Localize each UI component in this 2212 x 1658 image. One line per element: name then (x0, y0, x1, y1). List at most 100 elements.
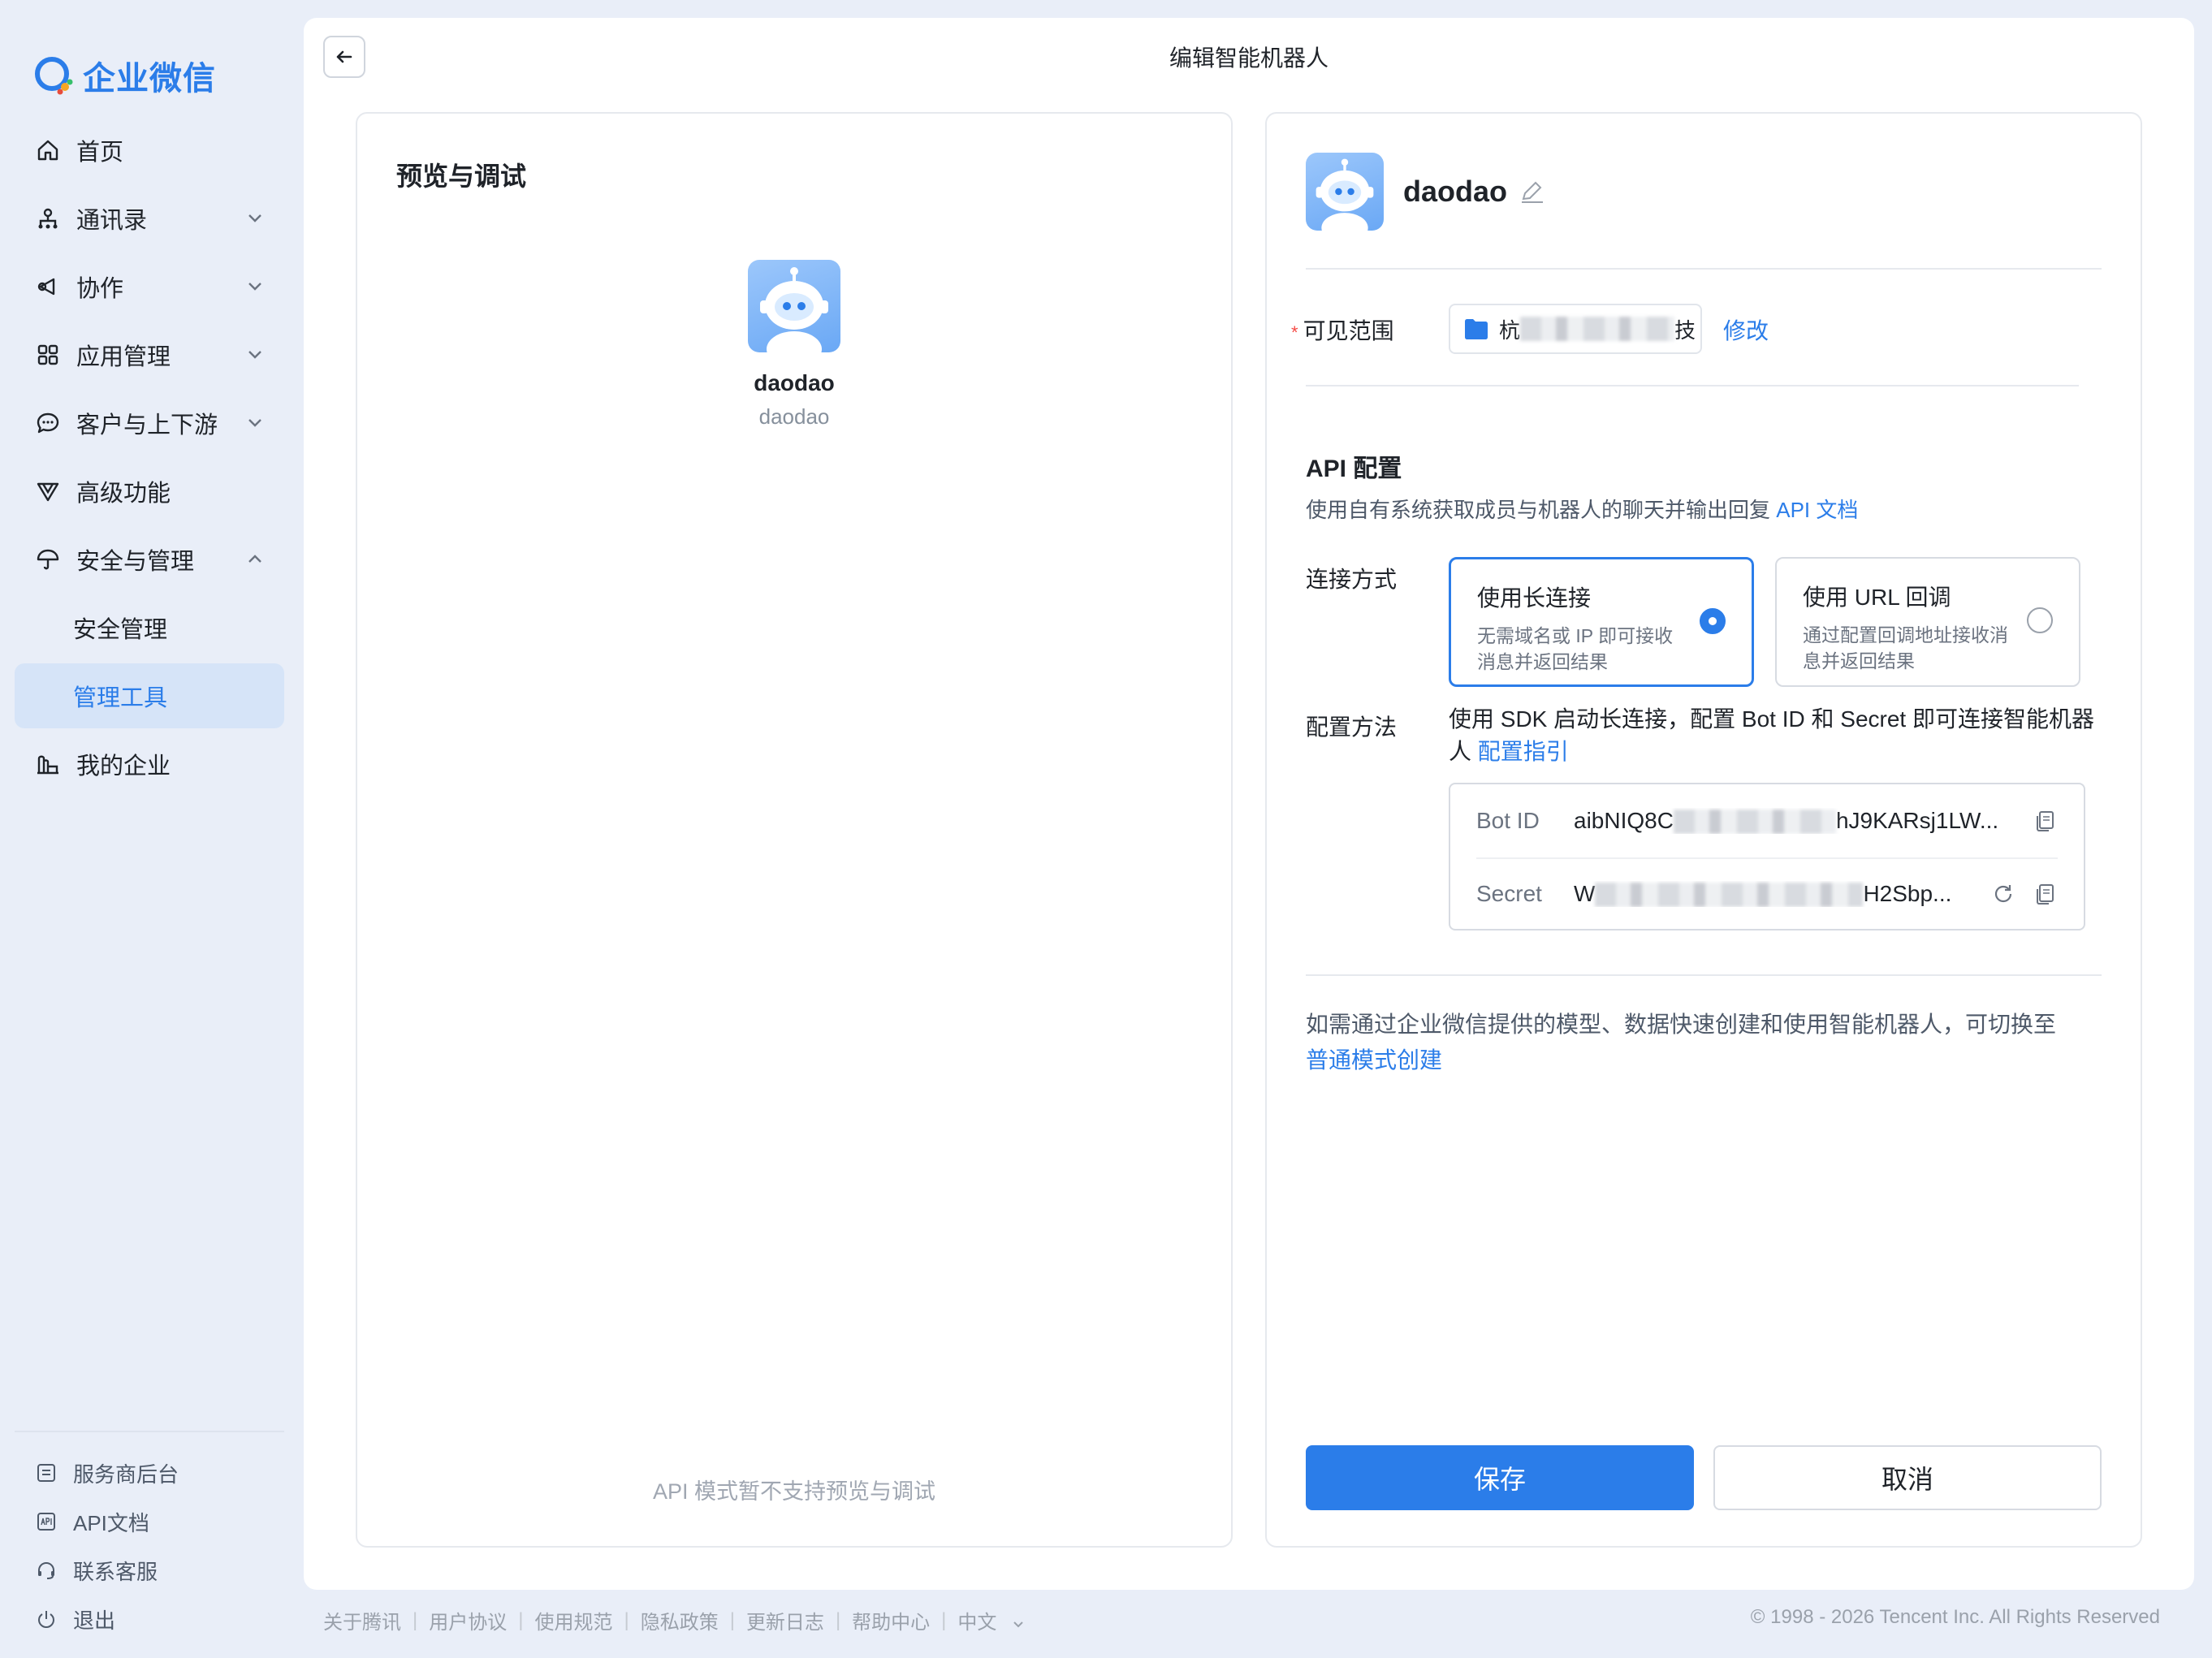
robot-icon (1316, 158, 1374, 231)
footer-link[interactable]: 使用规范 (534, 1606, 612, 1634)
sidebar-item-customers[interactable]: 客户与上下游 (15, 391, 284, 456)
option-description: 无需域名或 IP 即可接收消息并返回结果 (1477, 625, 1674, 672)
sidebar-link-provider[interactable]: 服务商后台 (15, 1449, 284, 1497)
required-asterisk: * (1291, 322, 1298, 343)
sidebar-item-security-management[interactable]: 安全管理 (15, 595, 284, 660)
sidebar-item-label: 我的企业 (76, 753, 171, 779)
secret-label: Secret (1476, 881, 1542, 906)
config-guide-link[interactable]: 配置指引 (1478, 739, 1569, 764)
config-panel: daodao * 可见范围 杭 技 修改 API 配置 使用自有系统获取成员与机器… (1265, 112, 2142, 1548)
bot-name: daodao (1403, 175, 1508, 208)
sidebar-link-label: API文档 (73, 1510, 149, 1535)
api-doc-icon (34, 1509, 58, 1534)
home-icon (34, 136, 62, 164)
radio-selected[interactable] (1700, 608, 1726, 634)
radio-unselected[interactable] (2027, 607, 2053, 633)
option-description: 通过配置回调地址接收消息并返回结果 (1803, 624, 2008, 671)
footer-link[interactable]: 更新日志 (746, 1606, 824, 1634)
sidebar-item-advanced[interactable]: 高级功能 (15, 459, 284, 524)
language-selector[interactable]: 中文 (957, 1606, 1026, 1634)
copy-icon[interactable] (2033, 809, 2058, 833)
save-button[interactable]: 保存 (1306, 1445, 1694, 1510)
sidebar-item-contacts[interactable]: 通讯录 (15, 186, 284, 251)
app-name: 企业微信 (83, 61, 216, 97)
preview-title: 预览与调试 (396, 162, 527, 191)
apps-grid-icon (34, 341, 62, 369)
collab-icon (34, 273, 62, 300)
copy-icon[interactable] (2033, 882, 2058, 906)
redacted-text (1673, 810, 1836, 835)
option-title: 使用长连接 (1477, 585, 1592, 611)
sidebar-item-home[interactable]: 首页 (15, 118, 284, 183)
sidebar-item-my-enterprise[interactable]: 我的企业 (15, 732, 284, 797)
separator: | (941, 1608, 947, 1631)
footer-links: 关于腾讯 | 用户协议 | 使用规范 | 隐私政策 | 更新日志 | 帮助中心 | 中文 (323, 1606, 1026, 1634)
provider-icon (34, 1461, 58, 1485)
sidebar-item-label: 首页 (76, 140, 124, 166)
api-doc-link[interactable]: API 文档 (1776, 498, 1858, 522)
sidebar-link-logout[interactable]: 退出 (15, 1595, 284, 1643)
copyright: © 1998 - 2026 Tencent Inc. All Rights Re… (1750, 1606, 2160, 1628)
sidebar-item-apps[interactable]: 应用管理 (15, 322, 284, 387)
option-title: 使用 URL 回调 (1803, 585, 1951, 610)
normal-mode-link[interactable]: 普通模式创建 (1306, 1047, 1442, 1073)
buildings-icon (34, 750, 62, 778)
preview-panel: 预览与调试 daodao daodao API 模式暂不支持预览与调试 (356, 112, 1233, 1548)
sidebar-link-support[interactable]: 联系客服 (15, 1546, 284, 1595)
footer-link[interactable]: 关于腾讯 (323, 1606, 401, 1634)
sidebar-bottom-links: 服务商后台 API文档 联系客服 退出 (15, 1431, 284, 1643)
option-url-callback[interactable]: 使用 URL 回调 通过配置回调地址接收消息并返回结果 (1775, 557, 2080, 687)
edit-pencil-icon[interactable] (1519, 178, 1546, 205)
chevron-up-icon (244, 548, 266, 571)
bot-preview: daodao daodao (357, 260, 1231, 430)
page-title: 编辑智能机器人 (1169, 45, 1328, 71)
footer-link[interactable]: 用户协议 (429, 1606, 507, 1634)
config-method-text: 使用 SDK 启动长连接，配置 Bot ID 和 Secret 即可连接智能机器… (1449, 706, 2094, 764)
chevron-down-icon (244, 275, 266, 298)
preview-bot-subtitle: daodao (758, 404, 830, 429)
scope-label: * 可见范围 (1291, 318, 1394, 343)
chevron-down-icon (244, 207, 266, 230)
folder-icon (1465, 319, 1488, 339)
api-config-description: 使用自有系统获取成员与机器人的聊天并输出回复 API 文档 (1306, 498, 1859, 522)
separator: | (729, 1608, 735, 1631)
chevron-down-icon (244, 343, 266, 366)
option-long-connection[interactable]: 使用长连接 无需域名或 IP 即可接收消息并返回结果 (1449, 557, 1754, 687)
sidebar-item-collab[interactable]: 协作 (15, 254, 284, 319)
footer-link[interactable]: 帮助中心 (852, 1606, 930, 1634)
bot-avatar[interactable] (1306, 153, 1384, 231)
secret-row: Secret W H2Sbp... (1476, 857, 2058, 930)
sidebar: 企业微信 首页 通讯录 协作 应用管理 客户与上下游 高级功能 安全与管理 安全… (0, 0, 304, 1658)
scope-edit-link[interactable]: 修改 (1723, 313, 1769, 346)
bot-id-row: Bot ID aibNIQ8C hJ9KARsj1LW... (1476, 784, 2058, 857)
divider (1306, 385, 2079, 386)
sidebar-link-api-doc[interactable]: API文档 (15, 1497, 284, 1546)
org-chart-icon (34, 205, 62, 232)
bot-id-value[interactable]: aibNIQ8C hJ9KARsj1LW... (1574, 808, 2033, 835)
sidebar-link-label: 退出 (73, 1608, 116, 1633)
footer-link[interactable]: 隐私政策 (641, 1606, 719, 1634)
refresh-icon[interactable] (1991, 882, 2015, 906)
switch-mode-note: 如需通过企业微信提供的模型、数据快速创建和使用智能机器人，可切换至 普通模式创建 (1306, 1012, 2057, 1073)
divider (1306, 268, 2102, 270)
sidebar-link-label: 服务商后台 (73, 1462, 179, 1487)
sidebar-item-label: 管理工具 (73, 685, 168, 711)
divider (1306, 974, 2102, 976)
sidebar-item-label: 安全与管理 (76, 549, 195, 575)
sidebar-item-security[interactable]: 安全与管理 (15, 527, 284, 592)
sidebar-item-management-tools[interactable]: 管理工具 (15, 663, 284, 728)
chevron-down-icon (244, 412, 266, 434)
sidebar-item-label: 应用管理 (76, 344, 171, 370)
sidebar-item-label: 客户与上下游 (76, 412, 218, 438)
cancel-button[interactable]: 取消 (1713, 1445, 2102, 1510)
secret-value[interactable]: W H2Sbp... (1574, 881, 1991, 908)
chat-bubble-icon (34, 409, 62, 437)
config-method-label: 配置方法 (1306, 715, 1398, 740)
separator: | (413, 1608, 418, 1631)
redacted-text (1595, 883, 1864, 908)
bot-avatar (748, 260, 840, 352)
wecom-logo[interactable]: 企业微信 (31, 52, 216, 99)
separator: | (518, 1608, 524, 1631)
umbrella-icon (34, 546, 62, 573)
sidebar-nav: 首页 通讯录 协作 应用管理 客户与上下游 高级功能 安全与管理 安全管理 管理… (15, 118, 284, 800)
